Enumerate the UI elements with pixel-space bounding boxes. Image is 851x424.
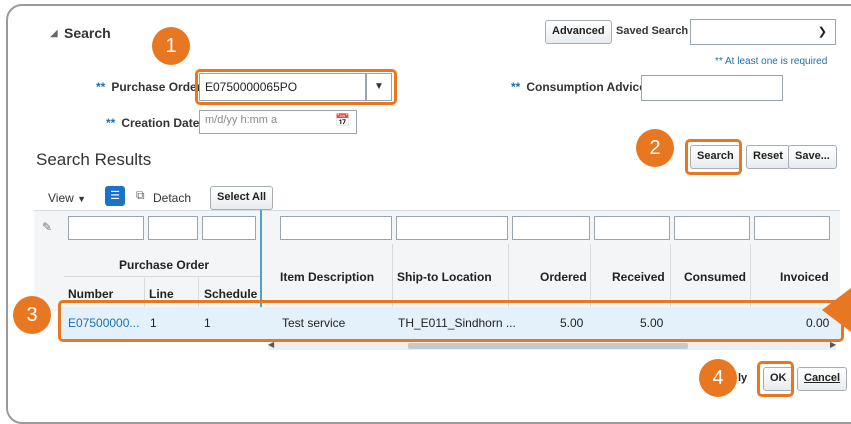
filter-number[interactable] [68, 216, 144, 240]
scroll-left-arrow[interactable]: ◀ [268, 340, 274, 349]
filter-received[interactable] [594, 216, 670, 240]
group-header-purchase-order: Purchase Order [119, 258, 210, 272]
column-separator [590, 244, 591, 308]
filter-line[interactable] [148, 216, 198, 240]
callout-1: 1 [152, 27, 190, 65]
saved-search-label: Saved Search [616, 25, 689, 37]
consumption-label-wrap: ** Consumption Advice [511, 80, 646, 94]
search-results-title: Search Results [36, 150, 152, 169]
column-header-line[interactable]: Line [149, 287, 174, 301]
column-header-ship-to[interactable]: Ship-to Location [397, 270, 492, 284]
chevron-down-icon: ❯ [817, 26, 827, 38]
column-header-ordered[interactable]: Ordered [540, 270, 587, 284]
column-header-item-description[interactable]: Item Description [280, 270, 374, 284]
select-all-button[interactable]: Select All [210, 186, 274, 210]
search-section-title: Search [64, 25, 111, 41]
filter-ship-to[interactable] [396, 216, 508, 240]
caret-down-icon: ▼ [77, 194, 87, 204]
creation-date-label: Creation Date [121, 116, 200, 130]
column-header-number[interactable]: Number [68, 287, 113, 301]
column-header-received[interactable]: Received [612, 270, 665, 284]
row-highlight [58, 300, 844, 342]
po-label: Purchase Order [111, 80, 202, 94]
creation-date-input[interactable]: m/d/yy h:mm a 📅 [199, 110, 357, 134]
detach-label[interactable]: Detach [153, 191, 191, 205]
view-label: View [48, 191, 74, 205]
column-header-consumed[interactable]: Consumed [684, 270, 746, 284]
filter-invoiced[interactable] [754, 216, 830, 240]
ok-highlight [757, 361, 794, 397]
scrollbar-thumb[interactable] [408, 343, 688, 349]
horizontal-scrollbar[interactable] [268, 342, 836, 350]
collapse-triangle-icon[interactable]: ◢ [50, 28, 58, 39]
saved-search-select[interactable]: ❯ [690, 19, 836, 45]
search-highlight [685, 139, 742, 175]
advanced-button[interactable]: Advanced [545, 20, 612, 44]
group-header-underline [64, 276, 260, 277]
column-header-invoiced[interactable]: Invoiced [780, 270, 829, 284]
save-button[interactable]: Save... [788, 145, 837, 169]
column-separator [750, 244, 751, 308]
apply-button-partial[interactable]: ly [738, 372, 747, 384]
consumption-label: Consumption Advice [526, 80, 646, 94]
column-separator [670, 244, 671, 308]
filter-consumed[interactable] [674, 216, 750, 240]
callout-2: 2 [636, 129, 674, 167]
calendar-icon[interactable]: 📅 [335, 113, 350, 127]
po-label-wrap: ** Purchase Order [96, 80, 201, 94]
required-note: ** At least one is required [715, 56, 828, 67]
consumption-advice-input[interactable] [641, 75, 783, 101]
required-mark: ** [106, 116, 116, 130]
view-menu[interactable]: View ▼ [48, 191, 86, 205]
filter-schedule[interactable] [202, 216, 256, 240]
filter-item-description[interactable] [280, 216, 392, 240]
column-separator [392, 244, 393, 308]
filter-ordered[interactable] [512, 216, 590, 240]
pencil-icon: ✎ [42, 220, 53, 234]
query-by-example-icon[interactable]: ☰ [105, 186, 125, 206]
required-mark: ** [511, 80, 521, 94]
pointer-arrow [822, 288, 851, 332]
po-highlight [195, 69, 397, 105]
required-mark: ** [96, 80, 106, 94]
detach-icon[interactable]: ⧉ [136, 188, 145, 203]
creation-date-placeholder: m/d/yy h:mm a [205, 114, 278, 126]
reset-button[interactable]: Reset [746, 145, 790, 169]
column-separator [508, 244, 509, 308]
callout-3: 3 [13, 296, 51, 334]
callout-4: 4 [699, 359, 737, 397]
column-header-schedule[interactable]: Schedule [204, 287, 257, 301]
creation-label-wrap: ** Creation Date [106, 116, 199, 130]
cancel-button[interactable]: Cancel [797, 367, 848, 391]
scroll-right-arrow[interactable]: ▶ [830, 340, 836, 349]
